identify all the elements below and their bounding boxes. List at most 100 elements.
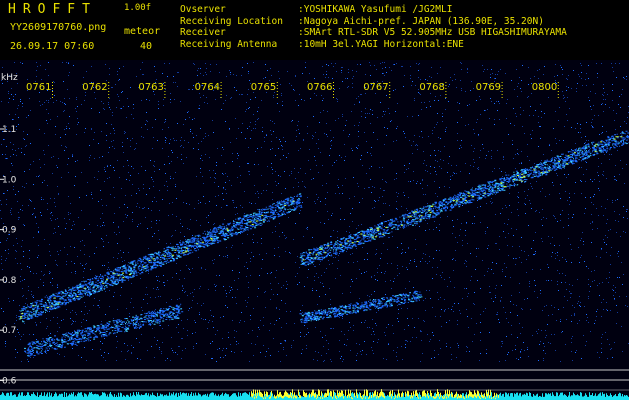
time-tick-mark (220, 94, 222, 95)
time-tick-mark (389, 94, 391, 95)
frequency-tick-label: 1.1 (2, 125, 16, 135)
time-tick-mark (276, 82, 278, 83)
frequency-tick: 0.7 (0, 326, 16, 336)
time-tick-mark (52, 94, 53, 95)
time-tick-label: 0800 (532, 82, 557, 93)
datetime-label: 26.09.17 07:60 (10, 41, 95, 52)
info-row-antenna: Receiving Antenna :10mH 3el.YAGI Horizont… (180, 39, 567, 51)
frequency-tick: 1.1 (0, 125, 16, 135)
time-tick-mark (220, 88, 222, 89)
time-tick-label: 0761 (26, 82, 51, 93)
frequency-tick-label: 0.8 (2, 276, 17, 286)
time-tick-mark (276, 91, 278, 92)
frequency-tick-label: 0.6 (2, 377, 17, 387)
time-tick-mark (333, 91, 334, 92)
time-tick-mark (52, 85, 53, 86)
time-tick-mark (52, 88, 53, 89)
time-tick-mark (557, 91, 559, 92)
time-tick-label: 0764 (195, 82, 220, 93)
time-tick-mark (108, 88, 110, 89)
time-tick-mark (164, 97, 166, 98)
time-tick-mark (501, 94, 503, 95)
time-tick-mark (333, 85, 334, 86)
info-value: :Nagoya Aichi-pref. JAPAN (136.90E, 35.2… (298, 15, 544, 27)
time-tick-mark (164, 85, 166, 86)
time-tick-label: 0765 (251, 82, 276, 93)
time-tick-mark (220, 91, 222, 92)
time-tick-label: 0766 (307, 82, 332, 93)
frequency-tick: 1.0 (0, 175, 17, 185)
time-tick-mark (557, 85, 559, 86)
meteor-count: 40 (140, 41, 153, 52)
time-tick-mark (164, 94, 166, 95)
time-tick-mark (220, 85, 222, 86)
info-label: Receiver (180, 27, 226, 38)
time-tick-mark (108, 94, 110, 95)
time-tick-mark (276, 97, 278, 98)
meteor-label: meteor (124, 26, 161, 37)
time-tick-mark (52, 82, 53, 83)
time-tick-mark (445, 94, 447, 95)
time-tick-mark (389, 82, 391, 83)
time-tick-mark (445, 88, 447, 89)
frequency-tick-label: 0.7 (2, 326, 16, 336)
time-tick-mark (389, 85, 391, 86)
time-tick-mark (557, 97, 559, 98)
info-value: :10mH 3el.YAGI Horizontal:ENE (298, 38, 464, 50)
time-tick-mark (220, 82, 222, 83)
time-tick-mark (501, 82, 503, 83)
time-tick-mark (557, 82, 559, 83)
time-tick-mark (445, 82, 447, 83)
time-tick-mark (389, 97, 391, 98)
info-value: :YOSHIKAWA Yasufumi /JG2MLI (298, 4, 453, 15)
time-tick-label: 0768 (419, 82, 444, 93)
version-label: 1.00f (124, 3, 152, 13)
info-row-location: Receiving Location :Nagoya Aichi-pref. JA… (180, 16, 567, 28)
frequency-unit-label: kHz (1, 73, 18, 83)
time-tick-mark (108, 85, 110, 86)
time-tick-mark (52, 91, 53, 92)
time-tick-mark (501, 91, 503, 92)
time-tick-mark (501, 85, 503, 86)
time-tick-label: 0762 (82, 82, 107, 93)
station-info: Ovserver :YOSHIKAWA Yasufumi /JG2MLI Rece… (180, 4, 567, 50)
time-tick-mark (557, 88, 559, 89)
frequency-tick-label: 1.0 (2, 175, 17, 185)
time-tick-mark (333, 94, 334, 95)
time-tick-mark (276, 85, 278, 86)
time-tick-label: 0767 (363, 82, 388, 93)
time-tick-mark (445, 85, 447, 86)
time-tick-mark (501, 88, 503, 89)
time-tick-mark (333, 88, 334, 89)
time-tick-mark (108, 91, 110, 92)
frequency-tick: 0.9 (0, 226, 17, 236)
time-tick-mark (276, 94, 278, 95)
time-tick-mark (108, 82, 110, 83)
hrofft-window: HROFFT 1.00f YY2609170760.png meteor 26.… (0, 0, 629, 400)
time-tick-mark (333, 82, 334, 83)
time-tick-mark (557, 94, 559, 95)
info-row-observer: Ovserver :YOSHIKAWA Yasufumi /JG2MLI (180, 4, 567, 16)
filename-label: YY2609170760.png (10, 22, 107, 33)
time-tick-label: 0769 (476, 82, 501, 93)
time-tick-mark (220, 97, 222, 98)
time-tick-mark (445, 97, 447, 98)
time-tick-mark (276, 88, 278, 89)
info-value: :SMArt RTL-SDR V5 52.905MHz USB HIGASHIM… (298, 27, 567, 38)
frequency-tick-label: 0.9 (2, 226, 17, 236)
spectrogram-background (0, 60, 629, 400)
time-tick-mark (108, 97, 110, 98)
time-tick-mark (445, 91, 447, 92)
time-tick-mark (164, 82, 166, 83)
time-tick-mark (501, 97, 503, 98)
frequency-tick: 0.6 (0, 377, 17, 387)
time-tick-mark (164, 91, 166, 92)
info-label: Receiving Antenna (180, 38, 278, 50)
time-tick-label: 0763 (138, 82, 163, 93)
spectrogram: kHz 0761 0762 0763 0764 0765 0766 0767 0768 0769… (0, 60, 629, 400)
info-label: Receiving Location (180, 15, 283, 27)
info-label: Ovserver (180, 4, 226, 15)
time-tick-mark (164, 88, 166, 89)
info-row-receiver: Receiver :SMArt RTL-SDR V5 52.905MHz USB … (180, 27, 567, 39)
time-tick-mark (52, 97, 53, 98)
